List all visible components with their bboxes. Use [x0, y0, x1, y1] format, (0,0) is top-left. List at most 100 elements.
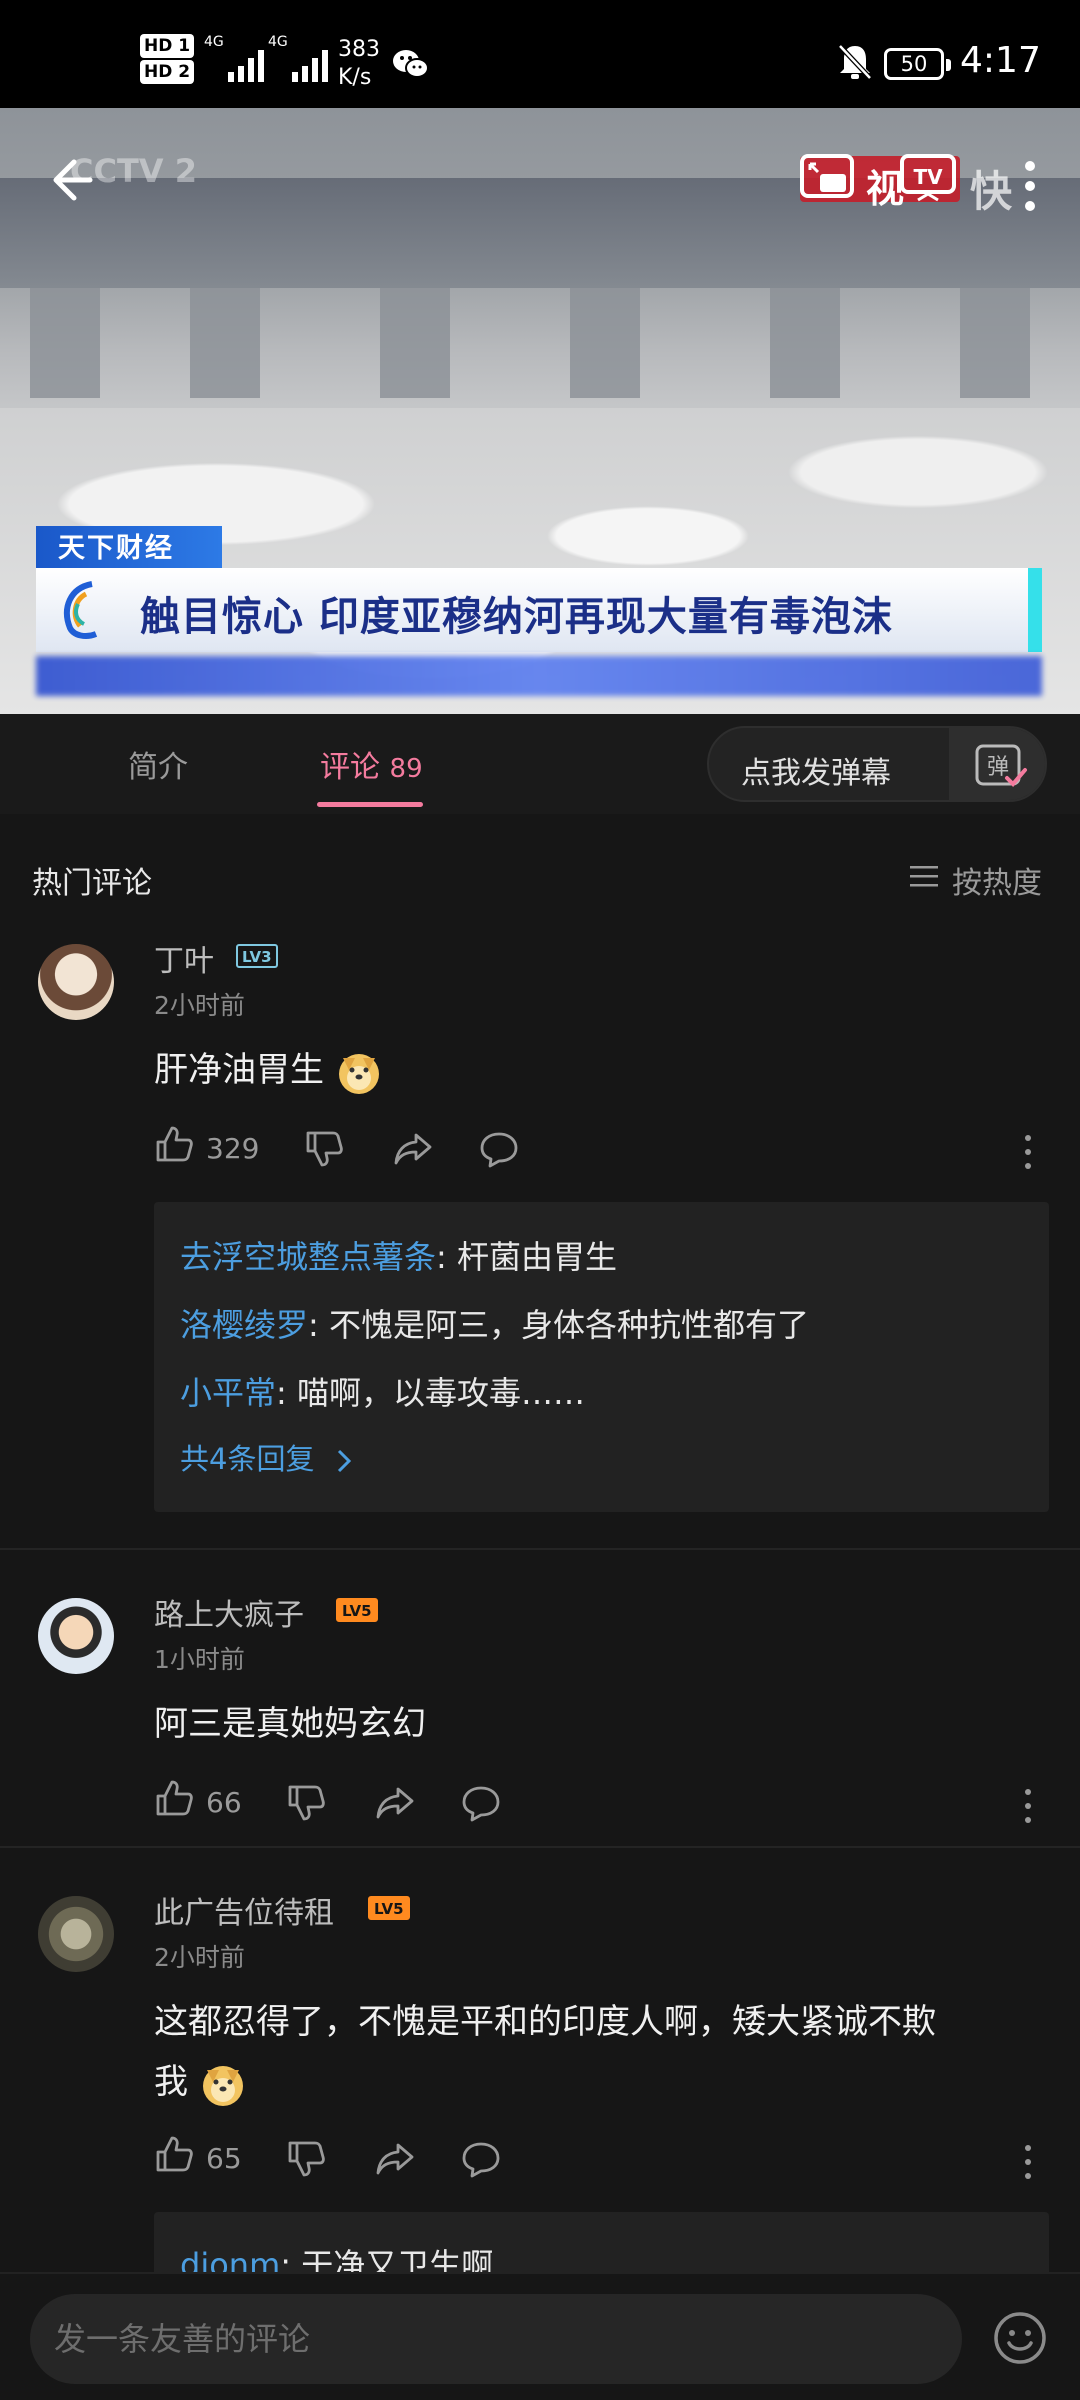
smiley-icon[interactable] — [992, 2310, 1048, 2366]
more-vertical-icon[interactable] — [1010, 158, 1050, 214]
tab-active-indicator — [317, 802, 423, 807]
reply-text: : 杆菌由胃生 — [436, 1238, 617, 1276]
network-speed: 383 K/s — [338, 36, 380, 92]
reply-preview[interactable]: 去浮空城整点薯条: 杆菌由胃生 洛樱绫罗: 不愧是阿三，身体各种抗性都有了 小平… — [154, 1202, 1049, 1512]
thumbs-down-icon[interactable] — [286, 1778, 326, 1828]
reply-author[interactable]: 洛樱绫罗 — [180, 1306, 308, 1344]
svg-text:弹: 弹 — [987, 755, 1009, 780]
doge-emoji-icon — [338, 1053, 379, 1094]
reply-icon[interactable] — [460, 1778, 502, 1828]
like-count: 329 — [206, 1132, 260, 1165]
network-type-2: 4G — [268, 34, 288, 50]
danmu-icon: 弹 — [975, 744, 1027, 787]
doge-emoji-icon — [202, 2065, 243, 2106]
comment-text: 这都忍得了，不愧是平和的印度人啊，矮大紧诚不欺 我 — [154, 1992, 1044, 2112]
like-count: 66 — [206, 1786, 242, 1819]
thumbs-up-icon — [156, 2136, 193, 2172]
comment-input-bar — [0, 2272, 1080, 2400]
avatar[interactable] — [38, 1896, 114, 1972]
battery-indicator: 50 — [884, 48, 951, 80]
share-icon[interactable] — [392, 1124, 434, 1174]
comment-actions: 329 — [154, 1124, 1034, 1174]
watermark-brand: 快 — [970, 167, 1013, 216]
comment-username[interactable]: 此广告位待租 — [154, 1888, 334, 1932]
comment-text-line2-wrap: 我 — [154, 2052, 1044, 2112]
comment-actions: 65 — [154, 2134, 1034, 2184]
reply-text: : 喵啊，以毒攻毒…… — [276, 1374, 585, 1412]
thumbs-down-icon[interactable] — [286, 2134, 326, 2184]
comment-time: 2小时前 — [154, 991, 245, 1020]
video-player[interactable]: CCTV 2 视 快 TV 天下财经 触目惊心 印度亚穆纳河再现大量有毒泡沫 — [0, 108, 1080, 714]
hd2-label: HD 2 — [140, 60, 195, 84]
view-more-replies[interactable]: 共4条回复 — [180, 1436, 354, 1478]
reply-text: : 干净又卫生啊 — [280, 2246, 494, 2272]
back-arrow-icon[interactable] — [40, 150, 100, 210]
reply-icon[interactable] — [460, 2134, 502, 2184]
tab-bar: 简介 评论 89 点我发弹幕 弹 — [0, 714, 1080, 814]
reply-item[interactable]: 洛樱绫罗: 不愧是阿三，身体各种抗性都有了 — [180, 1300, 809, 1346]
comment-more-icon[interactable] — [1022, 1786, 1034, 1826]
share-icon[interactable] — [374, 2134, 416, 2184]
clock: 4:17 — [960, 40, 1041, 81]
level-badge: LV5 — [368, 1896, 410, 1920]
news-subtitle-blur — [36, 656, 1042, 696]
like-button[interactable]: 329 — [154, 1124, 259, 1174]
thumbs-up-icon — [156, 1780, 193, 1816]
reply-more-label: 共4条回复 — [180, 1442, 315, 1476]
speed-unit: K/s — [338, 65, 372, 90]
status-bar: HD 1 HD 2 4G 4G 383 K/s 50 4:17 — [0, 0, 1080, 108]
cctv-swirl-logo — [64, 581, 98, 639]
danmu-button[interactable]: 点我发弹幕 弹 — [707, 726, 1047, 802]
thumbs-down-icon[interactable] — [304, 1124, 344, 1174]
chevron-right-icon — [337, 1449, 351, 1473]
pip-icon[interactable] — [798, 152, 858, 204]
like-count: 65 — [206, 2142, 242, 2175]
reply-author[interactable]: 小平常 — [180, 1374, 276, 1412]
comment-time: 2小时前 — [154, 1943, 245, 1972]
comment-more-icon[interactable] — [1022, 2142, 1034, 2182]
tab-comments[interactable]: 评论 89 — [320, 742, 423, 786]
comment-actions: 66 — [154, 1778, 1034, 1828]
signal-icon-2: 4G — [268, 34, 328, 82]
reply-text: : 不愧是阿三，身体各种抗性都有了 — [308, 1306, 809, 1344]
reply-item[interactable]: djonm: 干净又卫生啊 — [180, 2240, 493, 2272]
like-button[interactable]: 65 — [154, 2134, 242, 2184]
menu-lines-icon — [910, 866, 938, 887]
avatar[interactable] — [38, 1598, 114, 1674]
comment-input[interactable] — [30, 2294, 962, 2384]
tab-comments-label: 评论 — [320, 750, 380, 785]
comment-text-line2: 我 — [154, 2062, 188, 2102]
app-root: HD 1 HD 2 4G 4G 383 K/s 50 4:17 CCTV 2 视… — [0, 0, 1080, 2400]
comment-username[interactable]: 丁叶 — [154, 936, 214, 980]
reply-item[interactable]: 小平常: 喵啊，以毒攻毒…… — [180, 1368, 585, 1414]
share-icon[interactable] — [374, 1778, 416, 1828]
comment-text: 肝净油胃生 — [154, 1040, 1044, 1100]
tab-intro[interactable]: 简介 — [128, 742, 188, 786]
reply-author[interactable]: djonm — [180, 2246, 280, 2272]
comments-header: 热门评论 按热度 — [0, 814, 1080, 918]
hot-comments-title: 热门评论 — [32, 866, 152, 901]
comment-text-body: 肝净油胃生 — [154, 1050, 324, 1090]
wechat-icon — [393, 50, 429, 78]
tv-cast-icon[interactable]: TV — [898, 152, 958, 204]
network-type-1: 4G — [204, 34, 224, 50]
reply-icon[interactable] — [478, 1124, 520, 1174]
avatar[interactable] — [38, 944, 114, 1020]
level-badge: LV3 — [236, 944, 278, 968]
news-title: 触目惊心 印度亚穆纳河再现大量有毒泡沫 — [140, 594, 893, 640]
comment-more-icon[interactable] — [1022, 1132, 1034, 1172]
divider — [0, 1548, 1080, 1550]
reply-item[interactable]: 去浮空城整点薯条: 杆菌由胃生 — [180, 1232, 617, 1278]
comments-count: 89 — [389, 754, 423, 784]
danmu-toggle[interactable]: 弹 — [949, 728, 1045, 800]
reply-author[interactable]: 去浮空城整点薯条 — [180, 1238, 436, 1276]
comment-username[interactable]: 路上大疯子 — [154, 1590, 304, 1634]
reply-preview[interactable]: djonm: 干净又卫生啊 — [154, 2212, 1049, 2272]
sort-label: 按热度 — [952, 866, 1042, 901]
speed-value: 383 — [338, 37, 380, 62]
level-badge: LV5 — [336, 1598, 378, 1622]
news-tag: 天下财经 — [36, 526, 222, 572]
like-button[interactable]: 66 — [154, 1778, 242, 1828]
news-caption-bar: 触目惊心 印度亚穆纳河再现大量有毒泡沫 — [36, 568, 1042, 652]
thumbs-up-icon — [156, 1126, 193, 1162]
